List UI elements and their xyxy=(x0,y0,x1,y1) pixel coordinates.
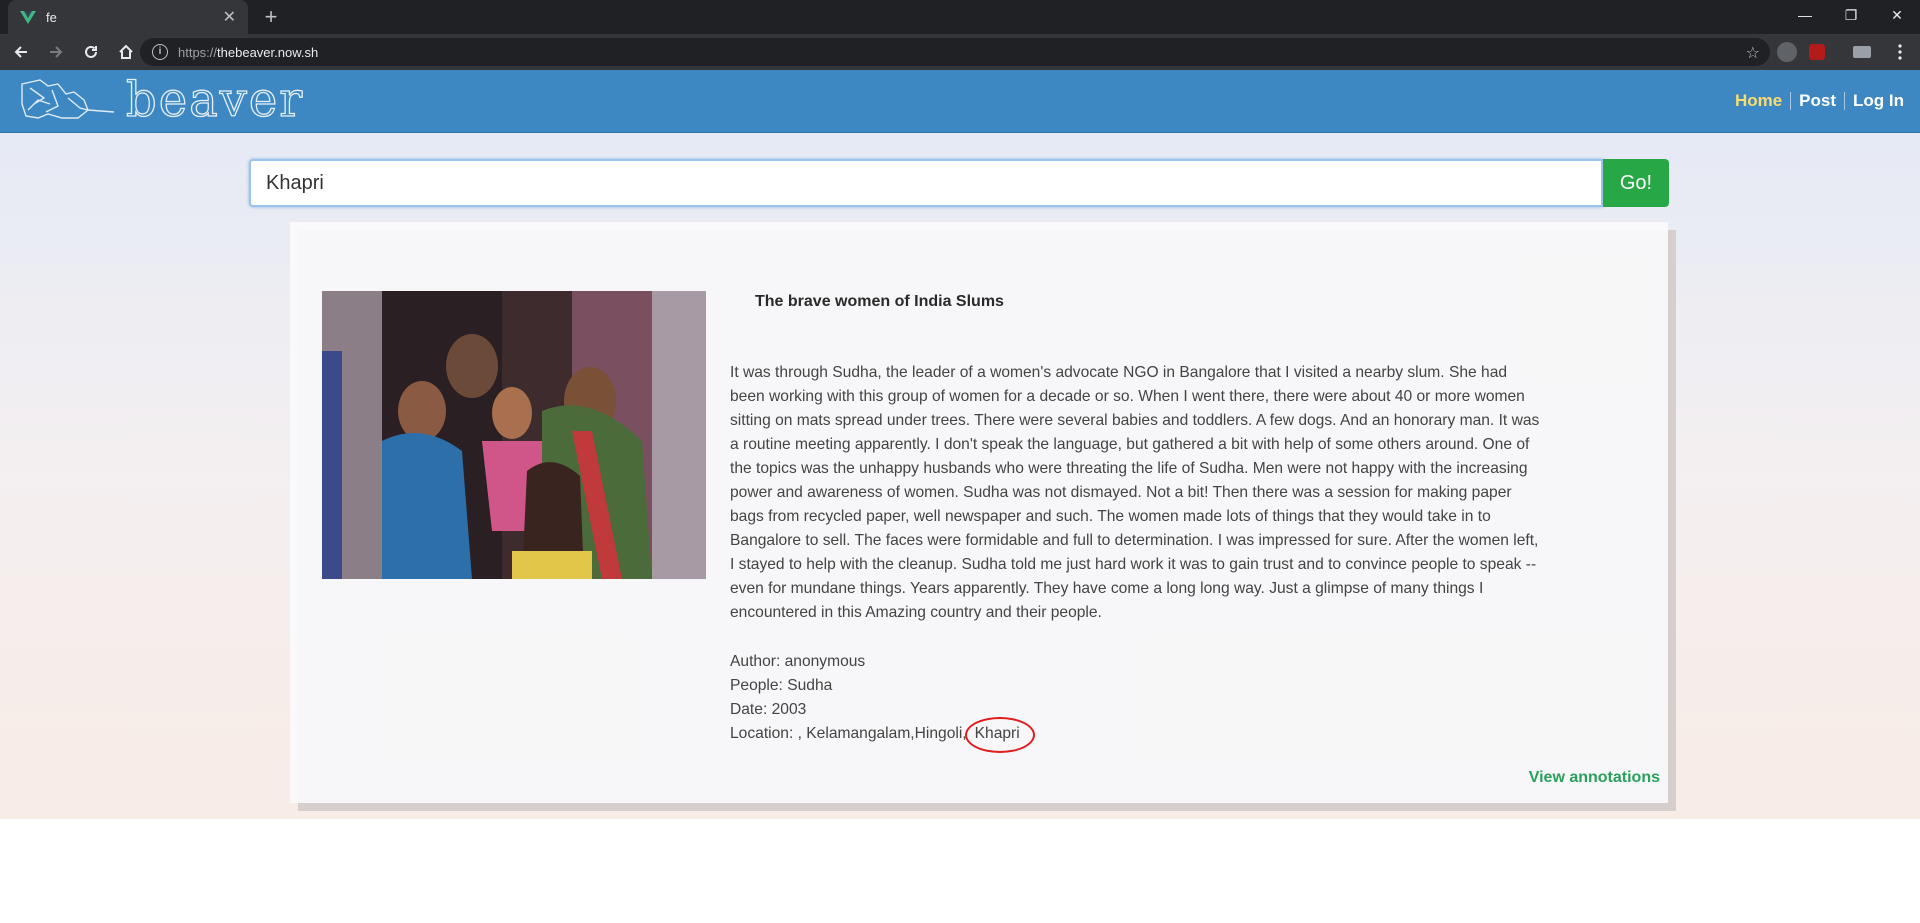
post-body: It was through Sudha, the leader of a wo… xyxy=(730,364,1540,621)
window-controls: — ❐ ✕ xyxy=(1782,0,1920,34)
nav-links: Home Post Log In xyxy=(1735,91,1904,111)
nav-login-link[interactable]: Log In xyxy=(1853,91,1904,111)
nav-post-link[interactable]: Post xyxy=(1799,91,1836,111)
post-location: Location: , Kelamangalam,Hingoli, Khapri xyxy=(730,717,1035,753)
browser-tab[interactable]: fe ✕ xyxy=(8,0,248,34)
menu-icon[interactable] xyxy=(1886,38,1914,66)
vue-favicon-icon xyxy=(20,11,36,24)
forward-icon[interactable] xyxy=(42,38,70,66)
nav-divider xyxy=(1844,92,1846,110)
search-bar: Go! xyxy=(249,159,1669,207)
brand-name: beaver xyxy=(126,74,304,128)
nav-divider xyxy=(1790,92,1792,110)
post-people: People: Sudha xyxy=(730,677,833,694)
post-author: Author: anonymous xyxy=(730,653,866,670)
post-photo xyxy=(322,291,706,579)
location-text: Location: , Kelamangalam,Hingoli, xyxy=(730,725,967,742)
tab-close-icon[interactable]: ✕ xyxy=(223,7,236,27)
post-card: The brave women of India Slums It was th… xyxy=(290,222,1668,803)
address-url: https://thebeaver.now.sh xyxy=(178,44,319,60)
translate-extension-icon[interactable] xyxy=(1777,42,1797,62)
address-bar[interactable]: i https://thebeaver.now.sh ☆ xyxy=(140,38,1770,66)
incognito-icon[interactable] xyxy=(1853,46,1871,58)
site-info-icon[interactable]: i xyxy=(152,44,168,60)
window-close-icon[interactable]: ✕ xyxy=(1874,0,1920,34)
browser-toolbar: i https://thebeaver.now.sh ☆ xyxy=(0,34,1920,70)
nav-home-link[interactable]: Home xyxy=(1735,91,1782,111)
post-title: The brave women of India Slums xyxy=(755,293,1004,310)
home-icon[interactable] xyxy=(112,38,140,66)
post-meta: Author: anonymous People: Sudha Date: 20… xyxy=(730,650,1035,753)
back-icon[interactable] xyxy=(7,38,35,66)
view-annotations-link[interactable]: View annotations xyxy=(1529,769,1660,787)
bookmark-star-icon[interactable]: ☆ xyxy=(1746,43,1760,63)
browser-tabbar: fe ✕ + — ❐ ✕ xyxy=(0,0,1920,34)
tab-title: fe xyxy=(46,9,57,25)
restore-icon[interactable]: ❐ xyxy=(1828,0,1874,34)
new-tab-icon[interactable]: + xyxy=(258,4,284,30)
page-body: beaver Home Post Log In Go! xyxy=(0,70,1920,819)
site-navbar: beaver Home Post Log In xyxy=(0,70,1920,133)
reload-icon[interactable] xyxy=(77,38,105,66)
ublock-extension-icon[interactable] xyxy=(1809,44,1825,60)
location-highlight[interactable]: Khapri xyxy=(964,717,1035,753)
beaver-logo[interactable]: beaver xyxy=(18,74,308,128)
minimize-icon[interactable]: — xyxy=(1782,0,1828,34)
go-button[interactable]: Go! xyxy=(1603,159,1669,207)
search-input[interactable] xyxy=(249,159,1603,207)
